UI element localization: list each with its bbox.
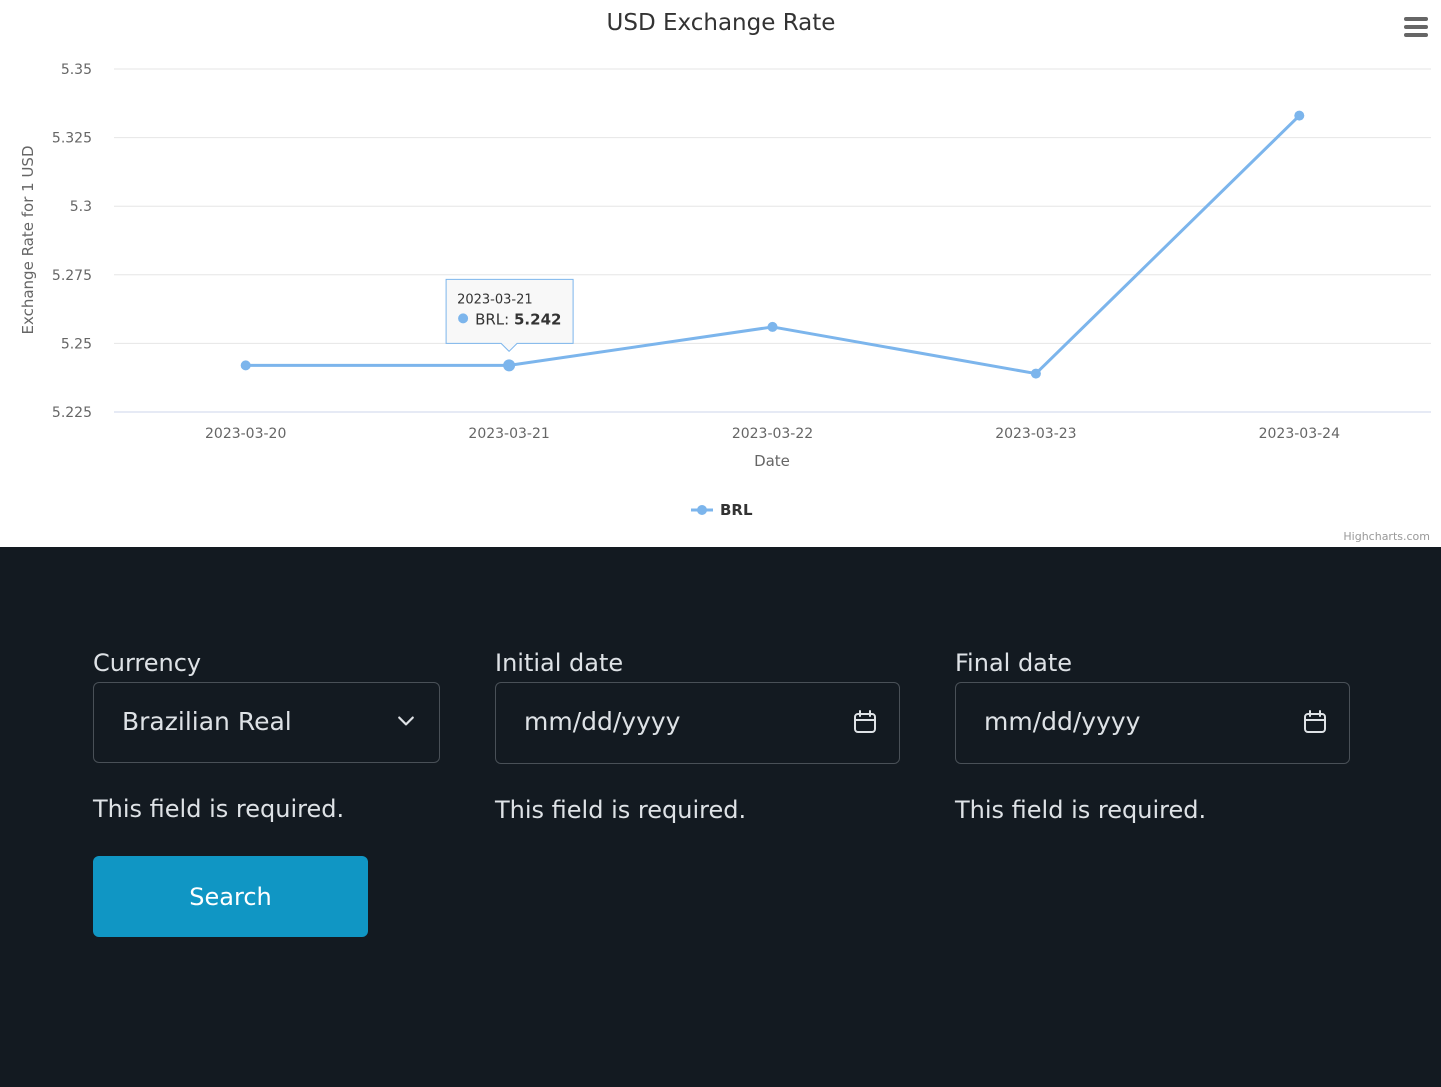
x-tick-label: 2023-03-20 bbox=[205, 426, 286, 442]
grid-lines bbox=[114, 68, 1431, 413]
x-tick-label: 2023-03-23 bbox=[995, 426, 1076, 442]
currency-label: Currency bbox=[93, 649, 202, 677]
search-form: Currency Brazilian Real This field is re… bbox=[0, 547, 1441, 1087]
legend-label: BRL bbox=[720, 501, 753, 519]
chevron-down-icon bbox=[398, 716, 414, 726]
y-tick-label: 5.275 bbox=[52, 268, 92, 284]
tooltip-date: 2023-03-21 bbox=[457, 292, 533, 307]
highcharts-credits[interactable]: Highcharts.com bbox=[1343, 530, 1430, 543]
x-tick-label: 2023-03-22 bbox=[732, 426, 813, 442]
initial-date-label: Initial date bbox=[495, 649, 624, 677]
final-date-error: This field is required. bbox=[955, 796, 1207, 824]
y-tick-label: 5.225 bbox=[52, 405, 92, 421]
currency-error: This field is required. bbox=[93, 795, 345, 823]
legend-item-brl[interactable]: BRL bbox=[691, 501, 753, 519]
y-axis-title: Exchange Rate for 1 USD bbox=[19, 146, 37, 335]
series-line-brl bbox=[244, 114, 1301, 376]
currency-select[interactable]: Brazilian Real bbox=[93, 682, 440, 763]
final-date-placeholder: mm/dd/yyyy bbox=[984, 707, 1141, 736]
calendar-icon[interactable] bbox=[1303, 710, 1327, 734]
x-tick-labels: 2023-03-20 2023-03-21 2023-03-22 2023-03-23… bbox=[205, 426, 1340, 442]
tooltip-series-marker bbox=[458, 313, 469, 324]
search-button[interactable]: Search bbox=[93, 856, 368, 937]
exchange-rate-chart: USD Exchange Rate 5.355.3255.35.2755.255… bbox=[19, 10, 1431, 543]
initial-date-input[interactable]: mm/dd/yyyy bbox=[495, 682, 900, 764]
y-tick-label: 5.325 bbox=[52, 131, 92, 147]
y-tick-label: 5.35 bbox=[61, 62, 92, 78]
chart-title: USD Exchange Rate bbox=[607, 10, 836, 36]
legend-marker bbox=[697, 505, 707, 515]
initial-date-placeholder: mm/dd/yyyy bbox=[524, 707, 681, 736]
y-tick-label: 5.25 bbox=[61, 336, 92, 352]
x-axis-title: Date bbox=[754, 452, 790, 470]
final-date-label: Final date bbox=[955, 649, 1073, 677]
data-point[interactable] bbox=[767, 321, 778, 332]
x-tick-label: 2023-03-21 bbox=[468, 426, 549, 442]
x-tick-label: 2023-03-24 bbox=[1259, 426, 1340, 442]
chart-container: USD Exchange Rate 5.35 5.325 5.3 5.275 5.25 5… bbox=[0, 0, 1441, 547]
data-point[interactable] bbox=[1030, 368, 1041, 379]
data-point[interactable] bbox=[240, 360, 251, 371]
hamburger-menu-icon[interactable] bbox=[1402, 14, 1430, 40]
svg-text:BRL: 5.242: BRL: 5.242 bbox=[475, 310, 561, 328]
calendar-icon[interactable] bbox=[853, 710, 877, 734]
tooltip-series-name: BRL bbox=[475, 310, 505, 328]
tooltip-value: 5.242 bbox=[514, 310, 561, 328]
tooltip-separator: : bbox=[504, 310, 514, 328]
y-tick-label: 5.3 bbox=[70, 199, 92, 215]
final-date-input[interactable]: mm/dd/yyyy bbox=[955, 682, 1350, 764]
initial-date-error: This field is required. bbox=[495, 796, 747, 824]
data-point[interactable] bbox=[503, 359, 516, 372]
y-tick-labels: 5.35 5.325 5.3 5.275 5.25 5.225 bbox=[52, 62, 92, 421]
tooltip: 2023-03-21 BRL: 5.242 bbox=[445, 278, 574, 353]
data-point[interactable] bbox=[1294, 110, 1305, 121]
series-layer bbox=[240, 110, 1305, 379]
currency-selected-value: Brazilian Real bbox=[122, 707, 292, 736]
